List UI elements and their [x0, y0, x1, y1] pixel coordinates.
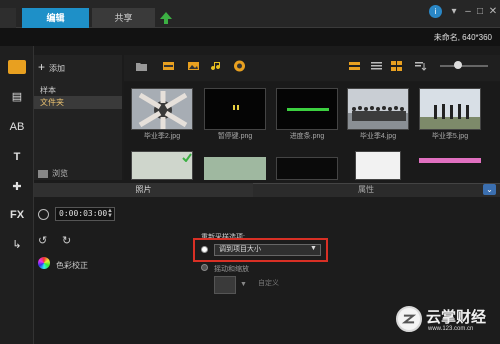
- check-icon: [182, 153, 192, 162]
- add-folder-button[interactable]: + 添加: [38, 60, 78, 74]
- media-thumbnail[interactable]: [419, 158, 481, 163]
- list-view-icon[interactable]: [348, 60, 361, 72]
- media-thumbnail[interactable]: [131, 88, 193, 130]
- color-wheel-icon[interactable]: [38, 257, 50, 269]
- media-thumbnail[interactable]: [131, 151, 193, 180]
- library-item-folder[interactable]: 文件夹: [34, 96, 122, 109]
- media-thumbnail[interactable]: [276, 88, 338, 130]
- media-thumbnail[interactable]: [276, 157, 338, 180]
- custom-button[interactable]: 自定义: [258, 278, 279, 288]
- rotate-left-icon[interactable]: ↺: [38, 234, 47, 247]
- highlight-box: [193, 238, 328, 262]
- photo-filter-icon[interactable]: [187, 60, 200, 72]
- watermark-title: 云掌财经: [426, 308, 487, 326]
- duration-field[interactable]: 0:00:03:00: [55, 207, 115, 221]
- library-item-sample[interactable]: 样本: [40, 85, 56, 96]
- hands-photo-image: [132, 89, 192, 129]
- media-caption: 暂停键.png: [217, 133, 253, 140]
- thumbnail-view-icon[interactable]: [390, 60, 403, 72]
- title-icon[interactable]: AB: [8, 120, 26, 134]
- browse-label: 浏览: [52, 169, 68, 178]
- video-filter-icon[interactable]: [162, 60, 175, 72]
- pan-zoom-label: 摇动和缩放: [214, 266, 249, 273]
- media-thumbnail[interactable]: [355, 151, 401, 180]
- media-caption: 进度条.png: [289, 133, 325, 140]
- graphics-icon[interactable]: ✚: [8, 180, 26, 194]
- media-caption: 毕业季2.jpg: [143, 133, 181, 140]
- media-thumbnail[interactable]: [347, 88, 409, 130]
- effects-filter-icon[interactable]: [233, 60, 246, 72]
- clock-icon: [38, 209, 49, 220]
- media-caption: 毕业季5.jpg: [431, 133, 469, 140]
- rotate-right-icon[interactable]: ↻: [62, 234, 71, 247]
- watermark-url: www.123.com.cn: [428, 326, 474, 332]
- project-info-bar: [0, 28, 500, 46]
- path-icon[interactable]: ↳: [8, 238, 26, 252]
- pan-zoom-preset[interactable]: [214, 276, 236, 294]
- media-thumbnail[interactable]: [204, 157, 266, 180]
- transition-icon[interactable]: ▤: [8, 90, 26, 104]
- tab-capture[interactable]: [0, 8, 16, 28]
- outdoor-photo-image: [420, 89, 480, 129]
- preset-dropdown-icon[interactable]: ▼: [240, 281, 247, 288]
- pan-zoom-radio[interactable]: [201, 264, 208, 271]
- media-thumbnail[interactable]: [419, 88, 481, 130]
- help-icon[interactable]: i: [429, 5, 442, 18]
- project-info: 未命名, 640*360: [433, 33, 492, 42]
- sort-icon[interactable]: [414, 60, 427, 72]
- text-icon[interactable]: T: [8, 150, 26, 164]
- tab-photo[interactable]: 照片: [34, 183, 253, 197]
- media-thumbnail[interactable]: [204, 88, 266, 130]
- add-label: 添加: [49, 64, 66, 73]
- library-panel: [34, 55, 122, 180]
- watermark-logo: [396, 306, 422, 332]
- browse-icon: [38, 169, 48, 178]
- zoom-slider-track[interactable]: [440, 65, 488, 67]
- audio-filter-icon[interactable]: [210, 60, 223, 72]
- duration-stepper[interactable]: ▲ ▼: [107, 208, 113, 219]
- close-icon[interactable]: ✕: [487, 6, 499, 18]
- media-icon[interactable]: [8, 60, 26, 74]
- media-toolbar: [124, 55, 500, 81]
- tab-attributes[interactable]: 属性: [253, 183, 479, 197]
- group-photo-image: [348, 89, 408, 129]
- tab-share[interactable]: 共享: [92, 8, 155, 28]
- plus-icon: +: [38, 60, 46, 74]
- zoom-slider-handle[interactable]: [454, 61, 462, 69]
- maximize-icon[interactable]: □: [474, 6, 486, 18]
- fx-icon[interactable]: FX: [8, 208, 26, 222]
- folder-icon[interactable]: [135, 60, 148, 72]
- browse-button[interactable]: 浏览: [38, 168, 68, 179]
- media-caption: 毕业季4.jpg: [359, 133, 397, 140]
- upload-arrow-icon[interactable]: [159, 11, 173, 25]
- menu-chevron-icon[interactable]: ▾: [448, 6, 460, 18]
- color-correction-label[interactable]: 色彩校正: [56, 260, 88, 271]
- minimize-icon[interactable]: –: [462, 6, 474, 18]
- details-view-icon[interactable]: [370, 60, 383, 72]
- collapse-chevron-icon[interactable]: ⌄: [483, 184, 496, 195]
- tab-edit[interactable]: 编辑: [22, 8, 89, 28]
